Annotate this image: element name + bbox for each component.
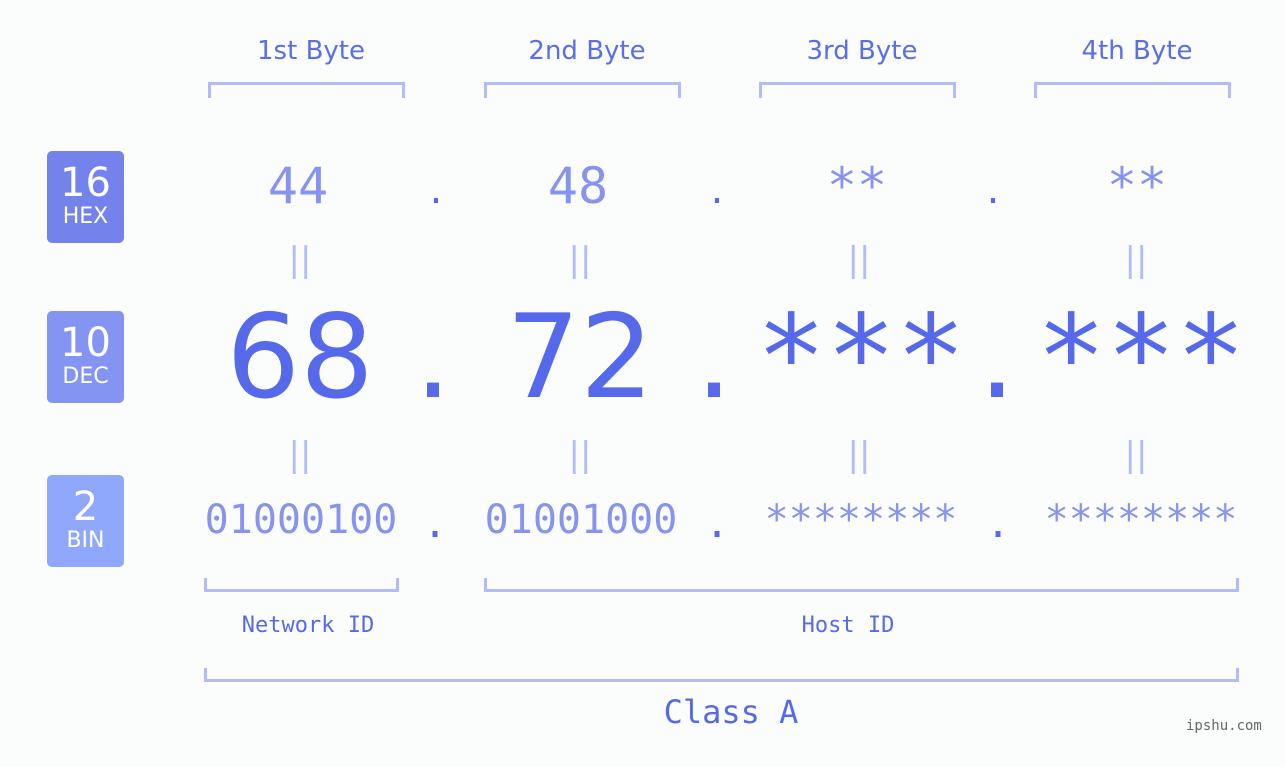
bin-separator-3: .: [985, 501, 1011, 547]
byte-4-bracket: [1034, 82, 1231, 98]
dec-byte-2: 72: [506, 290, 654, 425]
class-bracket: [204, 668, 1239, 682]
dec-separator-1: .: [414, 290, 452, 425]
watermark: ipshu.com: [1186, 718, 1262, 734]
host-id-bracket: [484, 578, 1239, 592]
bin-byte-4: ********: [1044, 497, 1238, 543]
bin-byte-1: 01000100: [204, 497, 398, 543]
equals-sign: ||: [847, 435, 871, 475]
byte-header-1: 1st Byte: [257, 36, 365, 66]
dec-byte-4: ***: [1036, 290, 1246, 425]
hex-separator-1: .: [429, 167, 443, 213]
hex-byte-1: 44: [267, 157, 329, 215]
dec-byte-1: 68: [226, 290, 374, 425]
equals-sign: ||: [847, 240, 871, 280]
hex-byte-2: 48: [547, 157, 609, 215]
bin-byte-3: ********: [764, 497, 958, 543]
bin-byte-2: 01001000: [484, 497, 678, 543]
byte-header-2: 2nd Byte: [528, 36, 646, 66]
dec-badge-label: DEC: [62, 364, 109, 389]
hex-byte-4: **: [1106, 157, 1168, 215]
host-id-label: Host ID: [801, 613, 895, 638]
byte-3-bracket: [759, 82, 956, 98]
bin-separator-1: .: [422, 501, 448, 547]
equals-sign: ||: [288, 435, 312, 475]
equals-sign: ||: [1124, 240, 1148, 280]
class-label: Class A: [663, 693, 799, 731]
byte-1-bracket: [208, 82, 405, 98]
dec-separator-2: .: [695, 290, 733, 425]
bin-badge-number: 2: [72, 484, 99, 530]
byte-header-4: 4th Byte: [1081, 36, 1193, 66]
equals-sign: ||: [1124, 435, 1148, 475]
equals-sign: ||: [568, 240, 592, 280]
bin-separator-2: .: [704, 501, 730, 547]
dec-badge: 10 DEC: [47, 311, 124, 403]
hex-badge-number: 16: [60, 160, 111, 206]
bin-badge-label: BIN: [66, 528, 105, 553]
network-id-bracket: [204, 578, 399, 592]
dec-badge-number: 10: [60, 320, 111, 366]
hex-separator-2: .: [710, 167, 724, 213]
network-id-label: Network ID: [241, 613, 375, 638]
hex-badge-label: HEX: [62, 204, 109, 229]
equals-sign: ||: [288, 240, 312, 280]
byte-2-bracket: [484, 82, 681, 98]
dec-separator-3: .: [978, 290, 1016, 425]
hex-separator-3: .: [986, 167, 1000, 213]
bin-badge: 2 BIN: [47, 475, 124, 567]
hex-badge: 16 HEX: [47, 151, 124, 243]
equals-sign: ||: [568, 435, 592, 475]
hex-byte-3: **: [826, 157, 888, 215]
dec-byte-3: ***: [756, 290, 966, 425]
byte-header-3: 3rd Byte: [806, 36, 918, 66]
